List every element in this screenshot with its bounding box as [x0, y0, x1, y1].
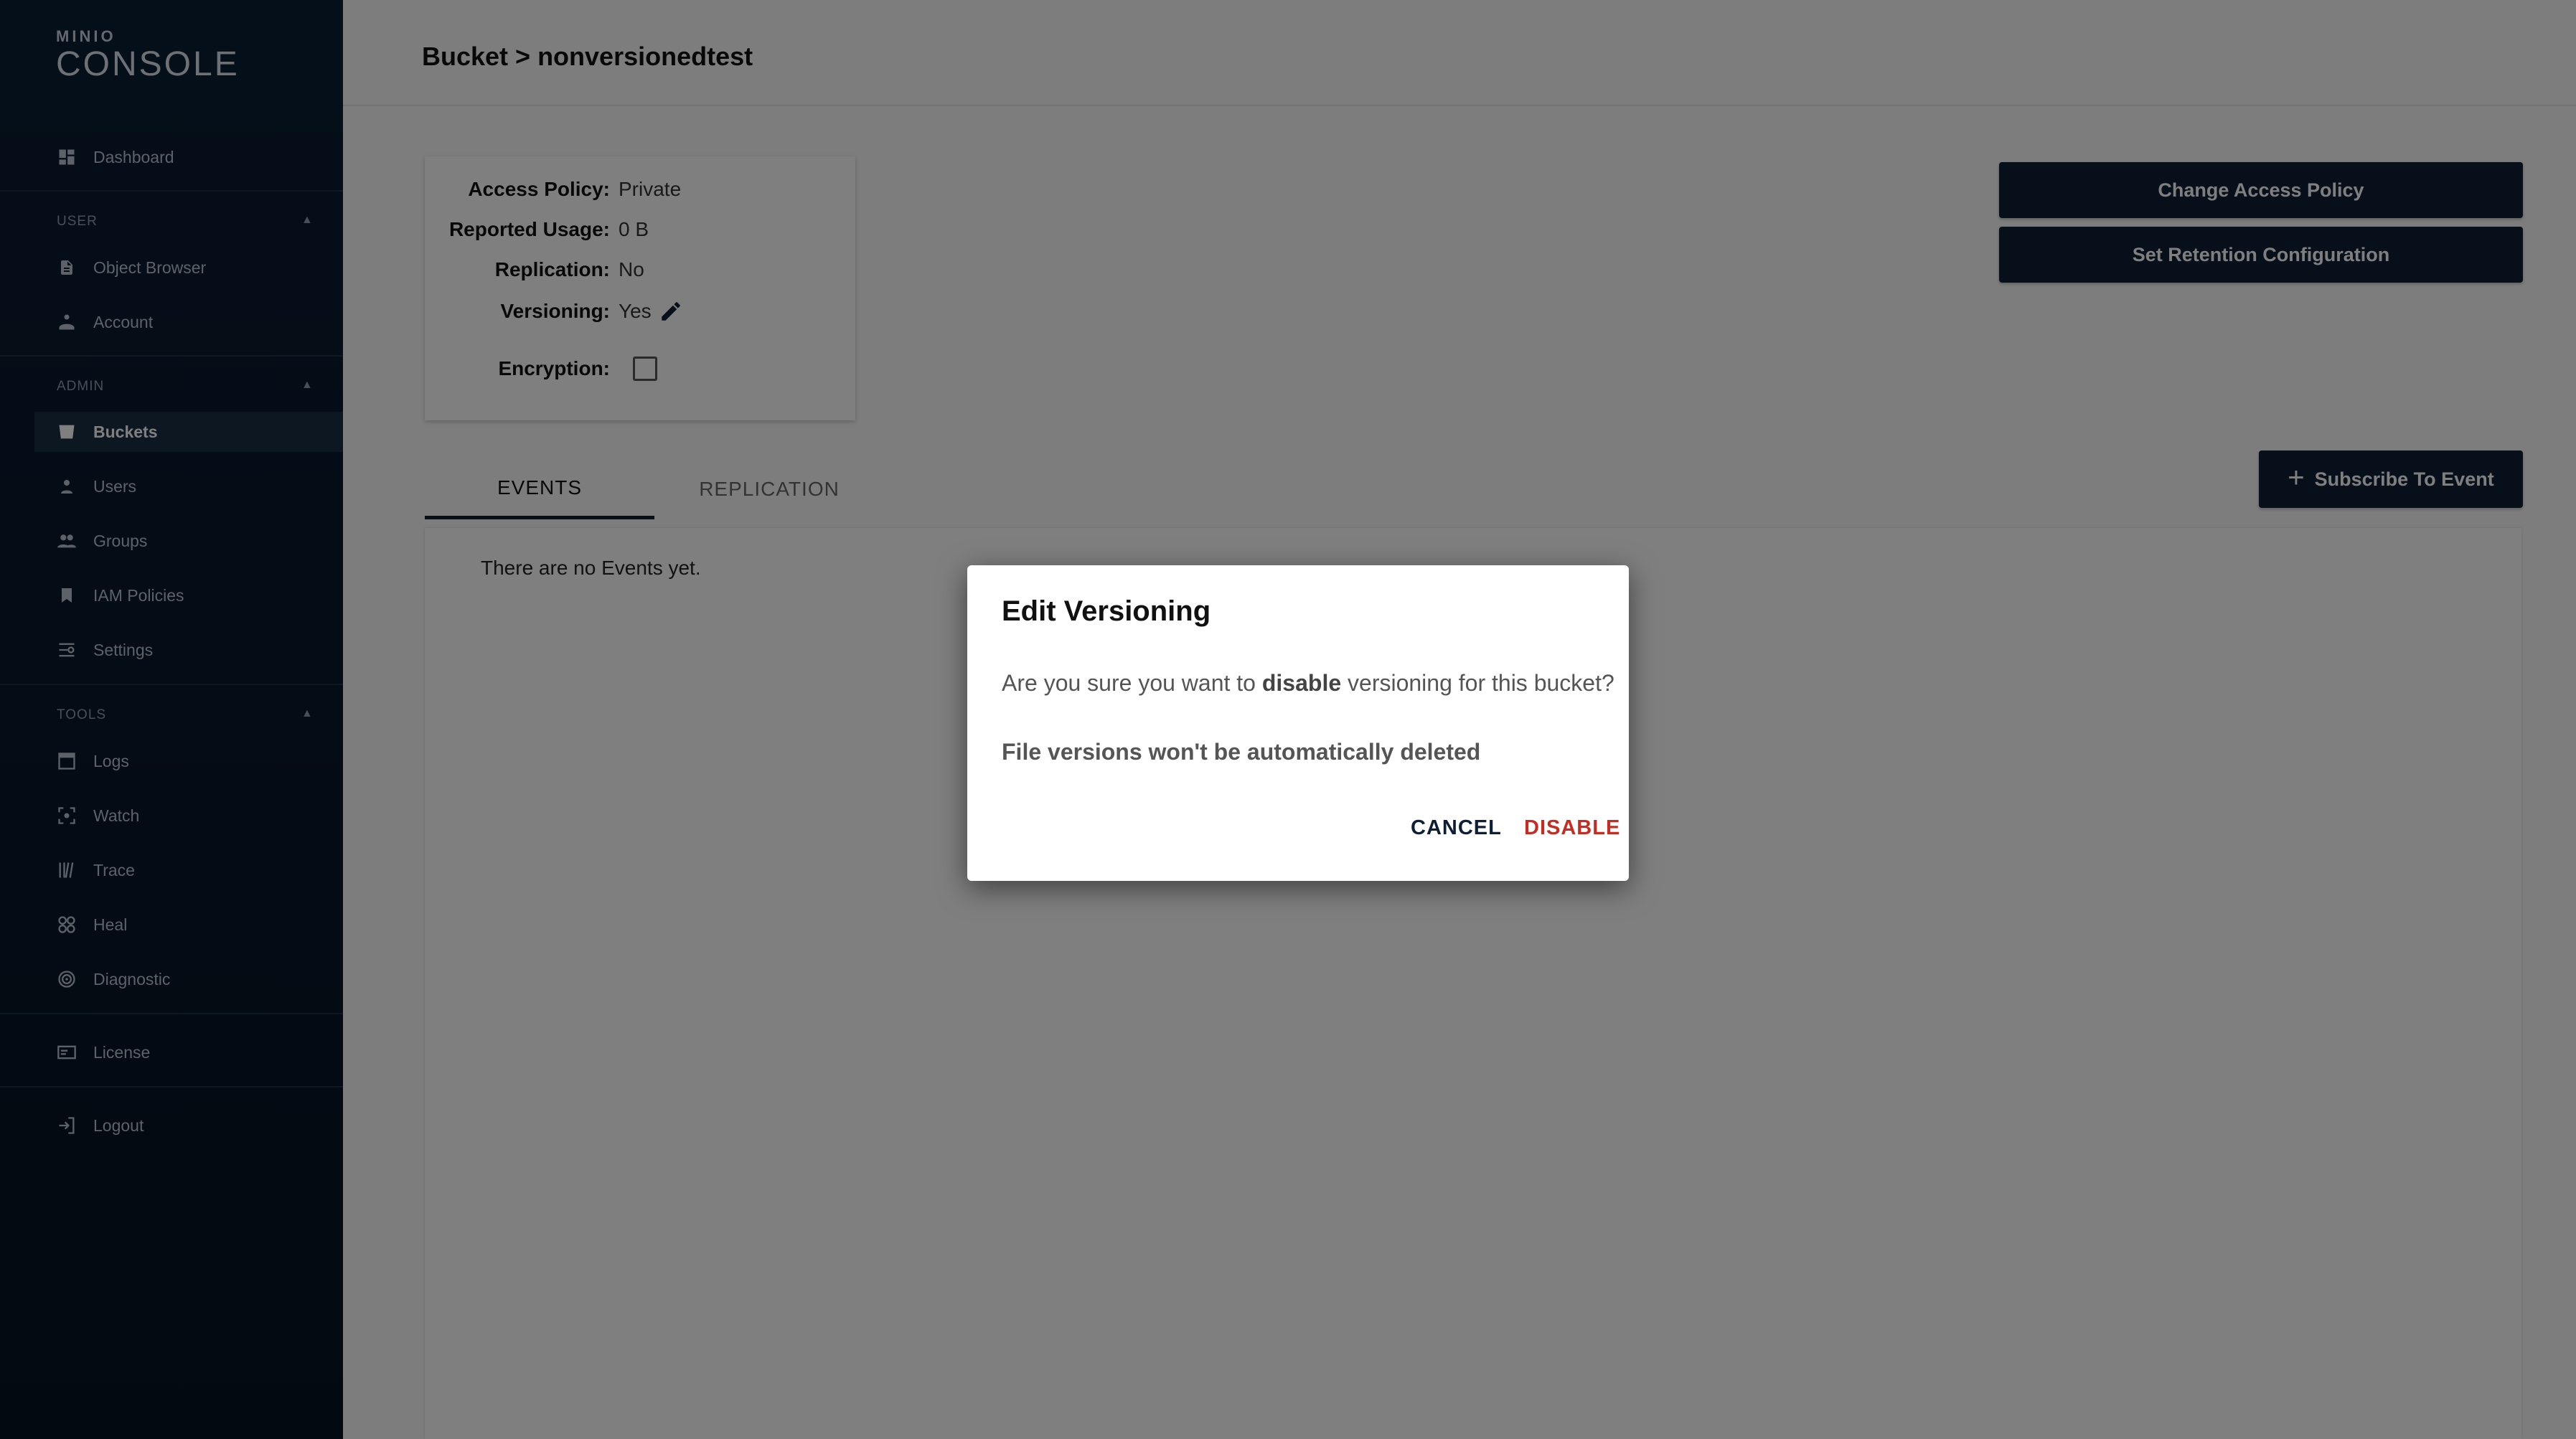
dialog-message-bold: disable [1261, 670, 1342, 696]
dialog-message-start: Are you sure you want to [1002, 670, 1262, 696]
cancel-button[interactable]: CANCEL [1411, 816, 1502, 840]
dialog-title: Edit Versioning [1002, 595, 1211, 627]
edit-versioning-dialog: Edit Versioning Are you sure you want to… [967, 565, 1629, 881]
dialog-message-end: versioning for this bucket? [1341, 670, 1614, 696]
disable-button[interactable]: DISABLE [1524, 816, 1620, 840]
dialog-message: Are you sure you want to disable version… [1002, 670, 1614, 697]
dialog-note: File versions won't be automatically del… [1002, 739, 1481, 765]
